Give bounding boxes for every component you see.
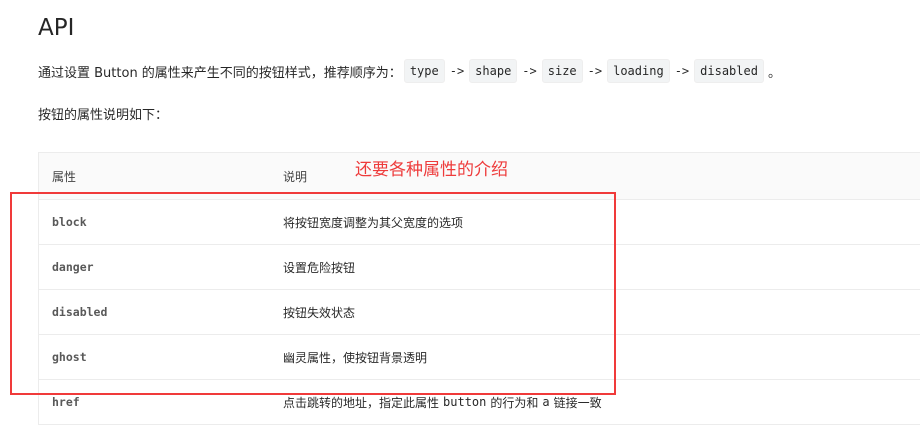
property-description: 将按钮宽度调整为其父宽度的选项 <box>283 215 464 230</box>
arrow: -> <box>449 64 465 78</box>
arrow: -> <box>674 64 690 78</box>
href-desc-part: 的行为和 <box>490 395 539 410</box>
code-size: size <box>541 59 583 83</box>
page-title: API <box>38 15 75 41</box>
href-desc-part: 点击跳转的地址，指定此属性 <box>283 395 440 410</box>
property-name: ghost <box>52 350 87 364</box>
href-desc-code: button <box>443 395 487 409</box>
header-property: 属性 <box>52 169 77 184</box>
code-loading: loading <box>607 59 670 83</box>
code-shape: shape <box>469 59 518 83</box>
table-row: block 将按钮宽度调整为其父宽度的选项 <box>38 200 920 245</box>
property-name: danger <box>52 260 94 274</box>
href-desc-part: 链接一致 <box>553 395 602 410</box>
api-table: 属性 说明 block 将按钮宽度调整为其父宽度的选项 danger 设置危险按… <box>38 152 920 425</box>
property-description: 点击跳转的地址，指定此属性 button 的行为和 a 链接一致 <box>283 380 602 424</box>
arrow: -> <box>587 64 603 78</box>
table-row: disabled 按钮失效状态 <box>38 290 920 335</box>
property-name: block <box>52 215 87 229</box>
href-desc-code: a <box>542 395 550 409</box>
intro-paragraph: 通过设置 Button 的属性来产生不同的按钮样式，推荐顺序为： type ->… <box>38 58 781 84</box>
arrow: -> <box>522 64 537 78</box>
table-row: ghost 幽灵属性，使按钮背景透明 <box>38 335 920 380</box>
annotation-text: 还要各种属性的介绍 <box>355 160 508 180</box>
code-type: type <box>403 59 445 83</box>
property-description: 按钮失效状态 <box>283 305 356 320</box>
property-description: 幽灵属性，使按钮背景透明 <box>283 350 428 365</box>
subheading: 按钮的属性说明如下： <box>38 108 169 123</box>
table-row: danger 设置危险按钮 <box>38 245 920 290</box>
property-name: disabled <box>52 305 108 319</box>
header-description: 说明 <box>283 169 308 184</box>
intro-text: 通过设置 Button 的属性来产生不同的按钮样式，推荐顺序为： <box>38 65 402 81</box>
property-name: href <box>52 395 80 409</box>
code-disabled: disabled <box>694 59 764 83</box>
property-description: 设置危险按钮 <box>283 260 356 275</box>
intro-suffix: 。 <box>767 65 781 81</box>
table-row: href 点击跳转的地址，指定此属性 button 的行为和 a 链接一致 <box>38 380 920 425</box>
